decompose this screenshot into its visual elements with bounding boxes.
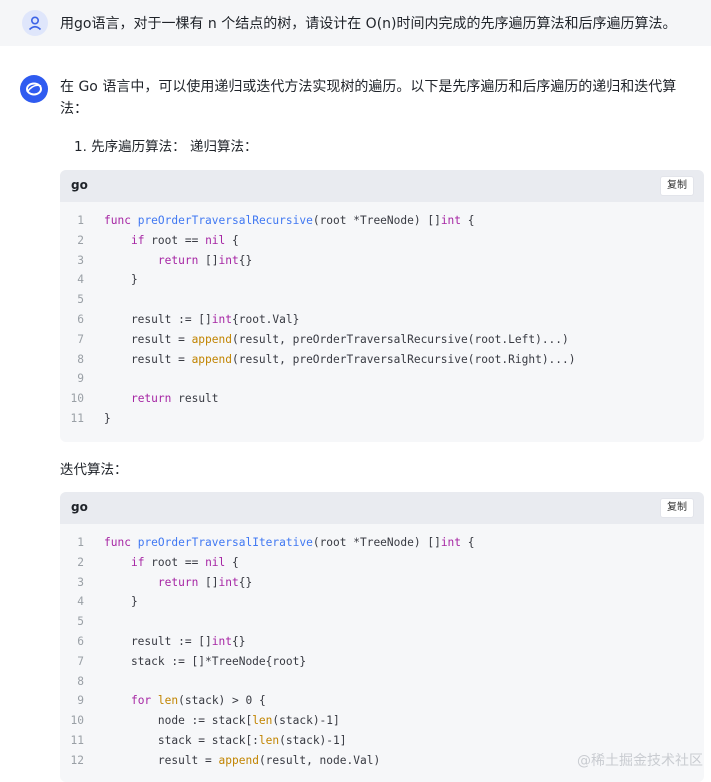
code-line: 8 result = append(result, preOrderTraver…: [60, 350, 704, 370]
line-number: 11: [70, 733, 84, 747]
code-text: for len(stack) > 0 {: [130, 694, 266, 708]
code-line: 10 node := stack[len(stack)-1]: [60, 711, 704, 731]
line-number: 2: [77, 233, 84, 247]
line-number: 6: [77, 634, 84, 648]
line-number: 9: [77, 372, 84, 386]
iterative-section-label: 迭代算法：: [60, 462, 128, 478]
code-text: result := []int{}: [104, 634, 246, 648]
code-line: 4 }: [60, 592, 704, 612]
code-line: 4 }: [60, 270, 704, 290]
line-number: 1: [77, 536, 84, 549]
line-number: 3: [77, 253, 84, 267]
line-number: 8: [77, 674, 84, 688]
code-line: 9 for len(stack) > 0 {: [60, 691, 704, 711]
code-line: 3 return []int{}: [60, 251, 704, 271]
line-number: 8: [77, 352, 84, 366]
code-text: node := stack[len(stack)-1]: [104, 714, 340, 728]
line-number: 12: [70, 753, 84, 767]
line-number: 4: [77, 595, 84, 609]
line-number: 11: [70, 411, 84, 425]
code-text: result = append(result, preOrderTraversa…: [104, 332, 569, 346]
code-text: }: [104, 411, 111, 425]
code-text: if root == nil {: [130, 555, 239, 569]
code-line: 5: [60, 290, 704, 310]
user-message-row: 用go语言，对于一棵有 n 个结点的树，请设计在 O(n)时间内完成的先序遍历算…: [0, 0, 711, 46]
line-number: 3: [77, 575, 84, 589]
line-number: 7: [77, 332, 84, 346]
code-line: 2 if root == nil {: [60, 231, 704, 251]
code-block-recursive: go 复制 1 func preOrderTraversalRecursive(r…: [60, 170, 704, 442]
code-language-label: go: [71, 178, 88, 192]
copy-code-button[interactable]: 复制: [660, 498, 694, 518]
code-text: stack := []*TreeNode{root}: [104, 654, 307, 668]
code-line: 9: [60, 369, 704, 389]
code-text: func preOrderTraversalRecursive(root *Tr…: [104, 214, 475, 227]
code-line: 1 func preOrderTraversalRecursive(root *T…: [60, 211, 704, 231]
line-number: 5: [77, 615, 84, 629]
step-1-heading: 1. 先序遍历算法： 递归算法：: [74, 139, 258, 155]
code-line: 5: [60, 612, 704, 632]
code-text: func preOrderTraversalIterative(root *Tr…: [104, 536, 475, 549]
code-text: result = append(result, node.Val): [104, 753, 381, 767]
code-line: 7 result = append(result, preOrderTraver…: [60, 330, 704, 350]
code-text: return result: [130, 392, 219, 406]
code-text: }: [104, 595, 138, 609]
line-number: 10: [70, 714, 84, 728]
code-text: }: [104, 273, 138, 287]
assistant-logo-icon: [26, 82, 42, 96]
code-block-header: go 复制: [60, 170, 704, 202]
line-number: 5: [77, 293, 84, 307]
user-message-text: 用go语言，对于一棵有 n 个结点的树，请设计在 O(n)时间内完成的先序遍历算…: [60, 16, 677, 32]
site-watermark: @稀土掘金技术社区: [577, 753, 703, 769]
code-text: return []int{}: [157, 253, 253, 267]
line-number: 1: [77, 214, 84, 227]
code-line: 8: [60, 672, 704, 692]
code-line: 7 stack := []*TreeNode{root}: [60, 652, 704, 672]
code-line: 11 stack = stack[:len(stack)-1]: [60, 731, 704, 751]
line-number: 9: [77, 694, 84, 708]
user-avatar: [22, 10, 48, 36]
code-line: 10 return result: [60, 389, 704, 409]
code-line: 1 func preOrderTraversalIterative(root *T…: [60, 533, 704, 553]
user-icon: [28, 16, 42, 31]
code-text: result = append(result, preOrderTraversa…: [104, 352, 576, 366]
assistant-avatar: [20, 75, 48, 103]
code-block-header: go 复制: [60, 492, 704, 524]
assistant-intro-text: 在 Go 语言中，可以使用递归或迭代方法实现树的遍历。以下是先序遍历和后序遍历的…: [60, 79, 677, 117]
code-line: 6 result := []int{}: [60, 632, 704, 652]
code-body: 1 func preOrderTraversalRecursive(root *T…: [60, 202, 704, 429]
copy-code-button[interactable]: 复制: [660, 176, 694, 196]
code-line: 3 return []int{}: [60, 573, 704, 593]
code-line: 2 if root == nil {: [60, 553, 704, 573]
line-number: 10: [70, 392, 84, 406]
line-number: 4: [77, 273, 84, 287]
code-text: stack = stack[:len(stack)-1]: [104, 733, 347, 747]
line-number: 2: [77, 555, 84, 569]
code-text: result := []int{root.Val}: [104, 312, 300, 326]
code-text: if root == nil {: [130, 233, 239, 247]
code-language-label: go: [71, 500, 88, 514]
code-line: 11}: [60, 409, 704, 429]
code-text: return []int{}: [157, 575, 253, 589]
line-number: 7: [77, 654, 84, 668]
code-line: 6 result := []int{root.Val}: [60, 310, 704, 330]
line-number: 6: [77, 312, 84, 326]
code-block-iterative: go 复制 1 func preOrderTraversalIterative(r…: [60, 492, 704, 782]
code-body: 1 func preOrderTraversalIterative(root *T…: [60, 524, 704, 771]
